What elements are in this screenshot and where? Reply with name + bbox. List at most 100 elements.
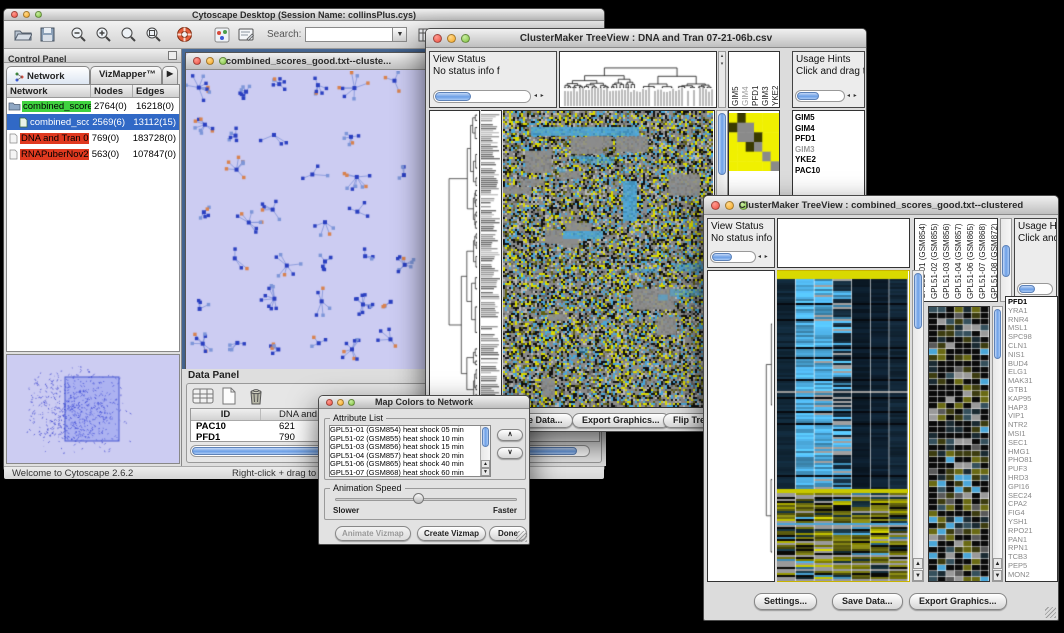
node-tools-icon[interactable] bbox=[209, 23, 234, 46]
usage-hints-hscrollbar[interactable] bbox=[1017, 283, 1053, 295]
folder-icon bbox=[8, 101, 21, 111]
treeview2-labels-vscrollbar[interactable] bbox=[1000, 218, 1012, 302]
treeview2-column-labels[interactable]: GPL51-01 (GSM854)GPL51-02 (GSM855)GPL51-… bbox=[914, 218, 998, 302]
treeview2-window: ClusterMaker TreeView : combined_scores_… bbox=[703, 195, 1059, 621]
treeview2-usage-hints: Usage Hints Click and drag to bbox=[1014, 218, 1057, 300]
control-panel-title: Control Panel bbox=[4, 54, 67, 64]
treeview2-heatmap[interactable] bbox=[777, 270, 910, 582]
column-label[interactable]: GPL51-04 (GSM857) bbox=[954, 221, 964, 299]
export-graphics-button[interactable]: Export Graphics... bbox=[909, 593, 1007, 610]
column-label[interactable]: GPL51-08 (GSM872) bbox=[990, 221, 998, 299]
search-label: Search: bbox=[267, 29, 301, 40]
treeview2-summary-vscrollbar[interactable]: ▲ ▼ bbox=[992, 306, 1003, 582]
document-icon bbox=[9, 133, 18, 144]
search-input[interactable] bbox=[305, 27, 393, 42]
treeview1-row-dendrogram[interactable] bbox=[429, 110, 480, 408]
tab-overflow[interactable]: ▶ bbox=[162, 66, 178, 84]
treeview1-column-labels[interactable]: GIM5GIM4PFD1GIM3YKE2PAC10 bbox=[728, 51, 780, 108]
treeview1-title: ClusterMaker TreeView : DNA and Tran 07-… bbox=[426, 29, 866, 48]
view-status-hscrollbar[interactable] bbox=[433, 90, 531, 103]
tab-network[interactable]: Network bbox=[6, 66, 90, 84]
export-graphics-button[interactable]: Export Graphics... bbox=[572, 413, 670, 428]
gene-label[interactable]: PAC10 bbox=[793, 166, 864, 177]
main-window-title: Cytoscape Desktop (Session Name: collins… bbox=[4, 9, 604, 21]
gene-label[interactable]: MON2 bbox=[1006, 571, 1057, 580]
move-down-button[interactable]: ∨ bbox=[497, 447, 523, 459]
treeview2-title-bar[interactable]: ClusterMaker TreeView : combined_scores_… bbox=[704, 196, 1058, 215]
col-edges[interactable]: Edges bbox=[133, 85, 179, 97]
col-nodes[interactable]: Nodes bbox=[91, 85, 133, 97]
document-icon bbox=[19, 117, 28, 128]
column-label[interactable]: GIM3 bbox=[761, 53, 771, 106]
column-label[interactable]: GIM4 bbox=[741, 53, 751, 106]
faster-label: Faster bbox=[493, 506, 517, 515]
table-row-selected[interactable]: combined_sco 2569(6) 13112(15) bbox=[7, 114, 179, 130]
treeview1-column-dendrogram[interactable] bbox=[559, 51, 717, 108]
tab-vizmapper[interactable]: VizMapper™ bbox=[90, 66, 162, 84]
create-vizmap-button[interactable]: Create Vizmap bbox=[417, 526, 486, 541]
pane-splitter[interactable]: ▴▾ bbox=[718, 51, 726, 108]
network-tree-icon bbox=[15, 72, 24, 82]
attribute-item[interactable]: GPL51-07 (GSM868) heat shock 60 min bbox=[330, 469, 490, 478]
table-row[interactable]: DNA and Tran 07 769(0) 183728(0) bbox=[7, 130, 179, 146]
attribute-list-vscrollbar[interactable]: ▲ ▼ bbox=[480, 426, 490, 476]
column-label[interactable]: GPL51-02 (GSM855) bbox=[930, 221, 940, 299]
control-panel: Control Panel Network VizMapper™ ▶ Netwo… bbox=[4, 49, 182, 466]
treeview2-summary-heatmap[interactable] bbox=[928, 306, 990, 582]
usage-hints-hscrollbar[interactable] bbox=[795, 90, 845, 102]
network-window-1-title-bar[interactable]: combined_scores_good.txt--cluste... bbox=[186, 53, 431, 70]
column-label[interactable]: GPL51-06 (GSM865) bbox=[966, 221, 976, 299]
gene-label[interactable]: GIM5 bbox=[793, 113, 864, 124]
column-label[interactable]: PFD1 bbox=[751, 53, 761, 106]
gene-label[interactable]: GIM3 bbox=[793, 145, 864, 156]
birdseye-view[interactable] bbox=[6, 354, 180, 464]
dialog-title-bar[interactable]: Map Colors to Network bbox=[319, 396, 529, 409]
animation-speed-label: Animation Speed bbox=[330, 483, 405, 493]
settings-button[interactable]: Settings... bbox=[754, 593, 817, 610]
col-network[interactable]: Network bbox=[7, 85, 91, 97]
treeview2-row-dendrogram[interactable] bbox=[707, 270, 775, 582]
table-row[interactable]: RNAPuberNov2+I 563(0) 107847(0) bbox=[7, 146, 179, 162]
zoom-fit-icon[interactable] bbox=[141, 23, 166, 46]
column-label[interactable]: GIM5 bbox=[731, 53, 741, 106]
column-label[interactable]: GPL51-03 (GSM856) bbox=[942, 221, 952, 299]
annotation-icon[interactable] bbox=[234, 23, 259, 46]
resize-grip[interactable] bbox=[516, 531, 527, 542]
slider-thumb[interactable] bbox=[413, 493, 424, 504]
column-label[interactable]: GPL51-07 (GSM868) bbox=[978, 221, 988, 299]
treeview1-heatmap[interactable] bbox=[503, 110, 715, 408]
table-row[interactable]: combined_scores 2764(0) 16218(0) bbox=[7, 98, 179, 114]
float-panel-icon[interactable] bbox=[168, 51, 177, 60]
data-panel-label: Data Panel bbox=[188, 370, 239, 381]
save-icon[interactable] bbox=[35, 23, 60, 46]
main-title-bar[interactable]: Cytoscape Desktop (Session Name: collins… bbox=[4, 9, 604, 21]
zoom-out-icon[interactable] bbox=[66, 23, 91, 46]
treeview2-title: ClusterMaker TreeView : combined_scores_… bbox=[704, 196, 1058, 215]
help-icon[interactable] bbox=[172, 23, 197, 46]
treeview2-view-status: View Status No status info f ◂ ▸ bbox=[707, 218, 775, 268]
animate-vizmap-button[interactable]: Animate Vizmap bbox=[335, 526, 411, 541]
treeview2-column-dendrogram[interactable] bbox=[777, 218, 910, 268]
network-window-1: combined_scores_good.txt--cluste... bbox=[185, 52, 432, 374]
table-icon[interactable] bbox=[192, 387, 214, 410]
network-window-1-title: combined_scores_good.txt--cluste... bbox=[186, 53, 431, 70]
gene-label[interactable]: YKE2 bbox=[793, 155, 864, 166]
treeview1-view-status: View Status No status info f ◂ ▸ bbox=[429, 51, 557, 108]
view-status-hscrollbar[interactable] bbox=[710, 251, 756, 263]
animation-speed-slider[interactable] bbox=[335, 498, 517, 501]
move-up-button[interactable]: ∧ bbox=[497, 429, 523, 441]
resize-grip[interactable] bbox=[1045, 607, 1056, 618]
treeview1-title-bar[interactable]: ClusterMaker TreeView : DNA and Tran 07-… bbox=[426, 29, 866, 48]
network-graph-view[interactable] bbox=[186, 71, 431, 373]
open-icon[interactable] bbox=[10, 23, 35, 46]
data-col-id[interactable]: ID bbox=[191, 409, 261, 420]
save-data-button[interactable]: Save Data... bbox=[832, 593, 903, 610]
column-label[interactable]: YKE2 bbox=[771, 53, 780, 106]
gene-label[interactable]: GIM4 bbox=[793, 124, 864, 135]
zoom-selected-icon[interactable] bbox=[116, 23, 141, 46]
treeview2-vscrollbar[interactable]: ▲ ▼ bbox=[912, 270, 924, 582]
zoom-in-icon[interactable] bbox=[91, 23, 116, 46]
dialog-title: Map Colors to Network bbox=[319, 396, 529, 409]
gene-label[interactable]: PFD1 bbox=[793, 134, 864, 145]
search-dropdown-button[interactable]: ▼ bbox=[393, 27, 407, 42]
